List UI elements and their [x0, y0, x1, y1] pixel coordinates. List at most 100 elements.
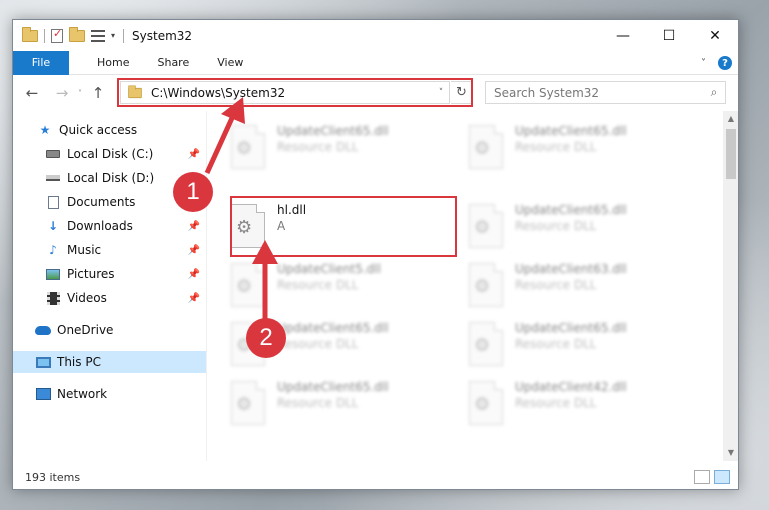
sidebar-item-videos[interactable]: Videos 📌 — [13, 287, 206, 309]
sidebar-item-music[interactable]: ♪ Music 📌 — [13, 239, 206, 261]
maximize-button[interactable]: ☐ — [646, 20, 692, 51]
file-item[interactable]: UpdateClient65.dll Resource DLL — [213, 119, 433, 175]
sidebar-item-label: Music — [67, 243, 102, 257]
dll-file-icon — [469, 381, 503, 425]
network-icon — [35, 387, 51, 401]
download-icon: ↓ — [47, 219, 59, 233]
new-folder-icon[interactable] — [69, 26, 85, 42]
pictures-icon — [45, 267, 61, 281]
file-explorer-window: ▾ System32 — ☐ ✕ File Home Share View ˅ … — [12, 19, 739, 490]
address-highlight-box — [117, 78, 473, 107]
file-description: Resource DLL — [515, 219, 597, 233]
file-name: UpdateClient65.dll — [515, 124, 627, 138]
ribbon-tabs: File Home Share View ˅ ? — [13, 50, 738, 75]
ribbon-right-controls: ˅ ? — [701, 51, 732, 75]
file-name: UpdateClient65.dll — [515, 203, 627, 217]
dll-file-icon — [231, 381, 265, 425]
chevron-down-icon[interactable]: ▾ — [111, 31, 115, 40]
navigation-bar: ← → ˅ ↑ C:\Windows\System32 ˅ ↻ Search S… — [13, 75, 738, 111]
sidebar-item-label: Quick access — [59, 123, 138, 137]
sidebar-item-network[interactable]: Network — [13, 383, 206, 405]
pin-icon[interactable]: 📌 — [188, 293, 200, 304]
pane-divider[interactable] — [206, 111, 207, 461]
this-pc-icon — [35, 355, 51, 369]
window-controls: — ☐ ✕ — [600, 20, 738, 51]
sidebar-item-label: Network — [57, 387, 108, 401]
file-item[interactable]: UpdateClient65.dll Resource DLL — [451, 119, 671, 175]
dll-file-icon — [469, 263, 503, 307]
quick-access-toolbar: ▾ — [13, 20, 115, 51]
dll-file-icon — [231, 263, 265, 307]
sidebar-item-label: Videos — [67, 291, 107, 305]
sidebar-item-downloads[interactable]: ↓ Downloads 📌 — [13, 215, 206, 237]
close-button[interactable]: ✕ — [692, 20, 738, 51]
search-icon[interactable]: ⌕ — [703, 85, 725, 100]
pin-icon[interactable]: 📌 — [188, 269, 200, 280]
tab-view[interactable]: View — [203, 56, 257, 69]
tab-file[interactable]: File — [13, 50, 69, 75]
file-item[interactable]: UpdateClient65.dll Resource DLL — [451, 316, 671, 372]
file-list: UpdateClient65.dll Resource DLL UpdateCl… — [213, 111, 723, 461]
scroll-up-icon[interactable]: ▲ — [723, 111, 738, 127]
file-description: Resource DLL — [277, 278, 359, 292]
help-icon[interactable]: ? — [718, 56, 732, 70]
music-icon: ♪ — [49, 243, 57, 257]
scroll-down-icon[interactable]: ▼ — [723, 445, 738, 461]
minimize-button[interactable]: — — [600, 20, 646, 51]
tab-share[interactable]: Share — [143, 56, 203, 69]
file-highlight-box — [230, 196, 457, 257]
dll-file-icon — [231, 125, 265, 169]
sidebar-item-label: OneDrive — [57, 323, 114, 337]
sidebar-item-label: Documents — [67, 195, 136, 209]
pin-icon[interactable]: 📌 — [188, 245, 200, 256]
file-item[interactable]: UpdateClient65.dll Resource DLL — [451, 198, 671, 254]
recent-locations-button[interactable]: ˅ — [73, 89, 87, 98]
expand-ribbon-icon[interactable]: ˅ — [701, 58, 706, 69]
file-description: Resource DLL — [277, 140, 359, 154]
file-description: Resource DLL — [515, 337, 597, 351]
file-item[interactable]: UpdateClient65.dll Resource DLL — [213, 375, 433, 431]
pin-icon[interactable]: 📌 — [188, 221, 200, 232]
title-separator — [123, 28, 125, 43]
vertical-scrollbar[interactable]: ▲ ▼ — [723, 111, 738, 461]
sidebar-item-quick-access[interactable]: ★ Quick access — [13, 119, 206, 141]
search-box[interactable]: Search System32 ⌕ — [485, 81, 726, 104]
status-bar: 193 items — [13, 463, 738, 489]
details-view-icon[interactable] — [694, 470, 710, 484]
sidebar-item-label: Pictures — [67, 267, 115, 281]
scrollbar-thumb[interactable] — [726, 129, 736, 179]
file-name: UpdateClient65.dll — [277, 321, 389, 335]
sidebar-item-label: This PC — [57, 355, 101, 369]
sidebar-item-local-disk-c[interactable]: Local Disk (C:) 📌 — [13, 143, 206, 165]
videos-icon — [45, 291, 61, 305]
file-item[interactable]: UpdateClient5.dll Resource DLL — [213, 257, 433, 313]
up-button[interactable]: ↑ — [87, 84, 109, 102]
file-name: UpdateClient5.dll — [277, 262, 381, 276]
file-name: UpdateClient65.dll — [277, 124, 389, 138]
file-item[interactable]: UpdateClient42.dll Resource DLL — [451, 375, 671, 431]
sidebar-item-label: Local Disk (D:) — [67, 171, 155, 185]
title-bar: ▾ System32 — ☐ ✕ — [13, 20, 738, 51]
customize-toolbar-icon[interactable] — [91, 29, 105, 42]
tab-home[interactable]: Home — [83, 56, 143, 69]
file-name: UpdateClient65.dll — [515, 321, 627, 335]
toolbar-separator — [44, 28, 45, 43]
forward-button[interactable]: → — [51, 84, 73, 102]
file-name: UpdateClient65.dll — [277, 380, 389, 394]
step-marker-2: 2 — [246, 318, 286, 358]
back-button[interactable]: ← — [21, 84, 43, 102]
drive-icon — [45, 171, 61, 185]
view-toggle — [694, 470, 730, 484]
file-item[interactable]: UpdateClient63.dll Resource DLL — [451, 257, 671, 313]
sidebar-item-pictures[interactable]: Pictures 📌 — [13, 263, 206, 285]
pin-icon[interactable]: 📌 — [188, 149, 200, 160]
step-marker-1: 1 — [173, 172, 213, 212]
sidebar-item-label: Downloads — [67, 219, 133, 233]
properties-icon[interactable] — [51, 27, 63, 43]
item-count: 193 items — [25, 470, 81, 484]
large-icons-view-icon[interactable] — [714, 470, 730, 484]
search-input[interactable]: Search System32 — [494, 86, 703, 100]
sidebar-item-this-pc[interactable]: This PC — [13, 351, 206, 373]
folder-icon — [22, 26, 38, 42]
sidebar-item-onedrive[interactable]: OneDrive — [13, 319, 206, 341]
